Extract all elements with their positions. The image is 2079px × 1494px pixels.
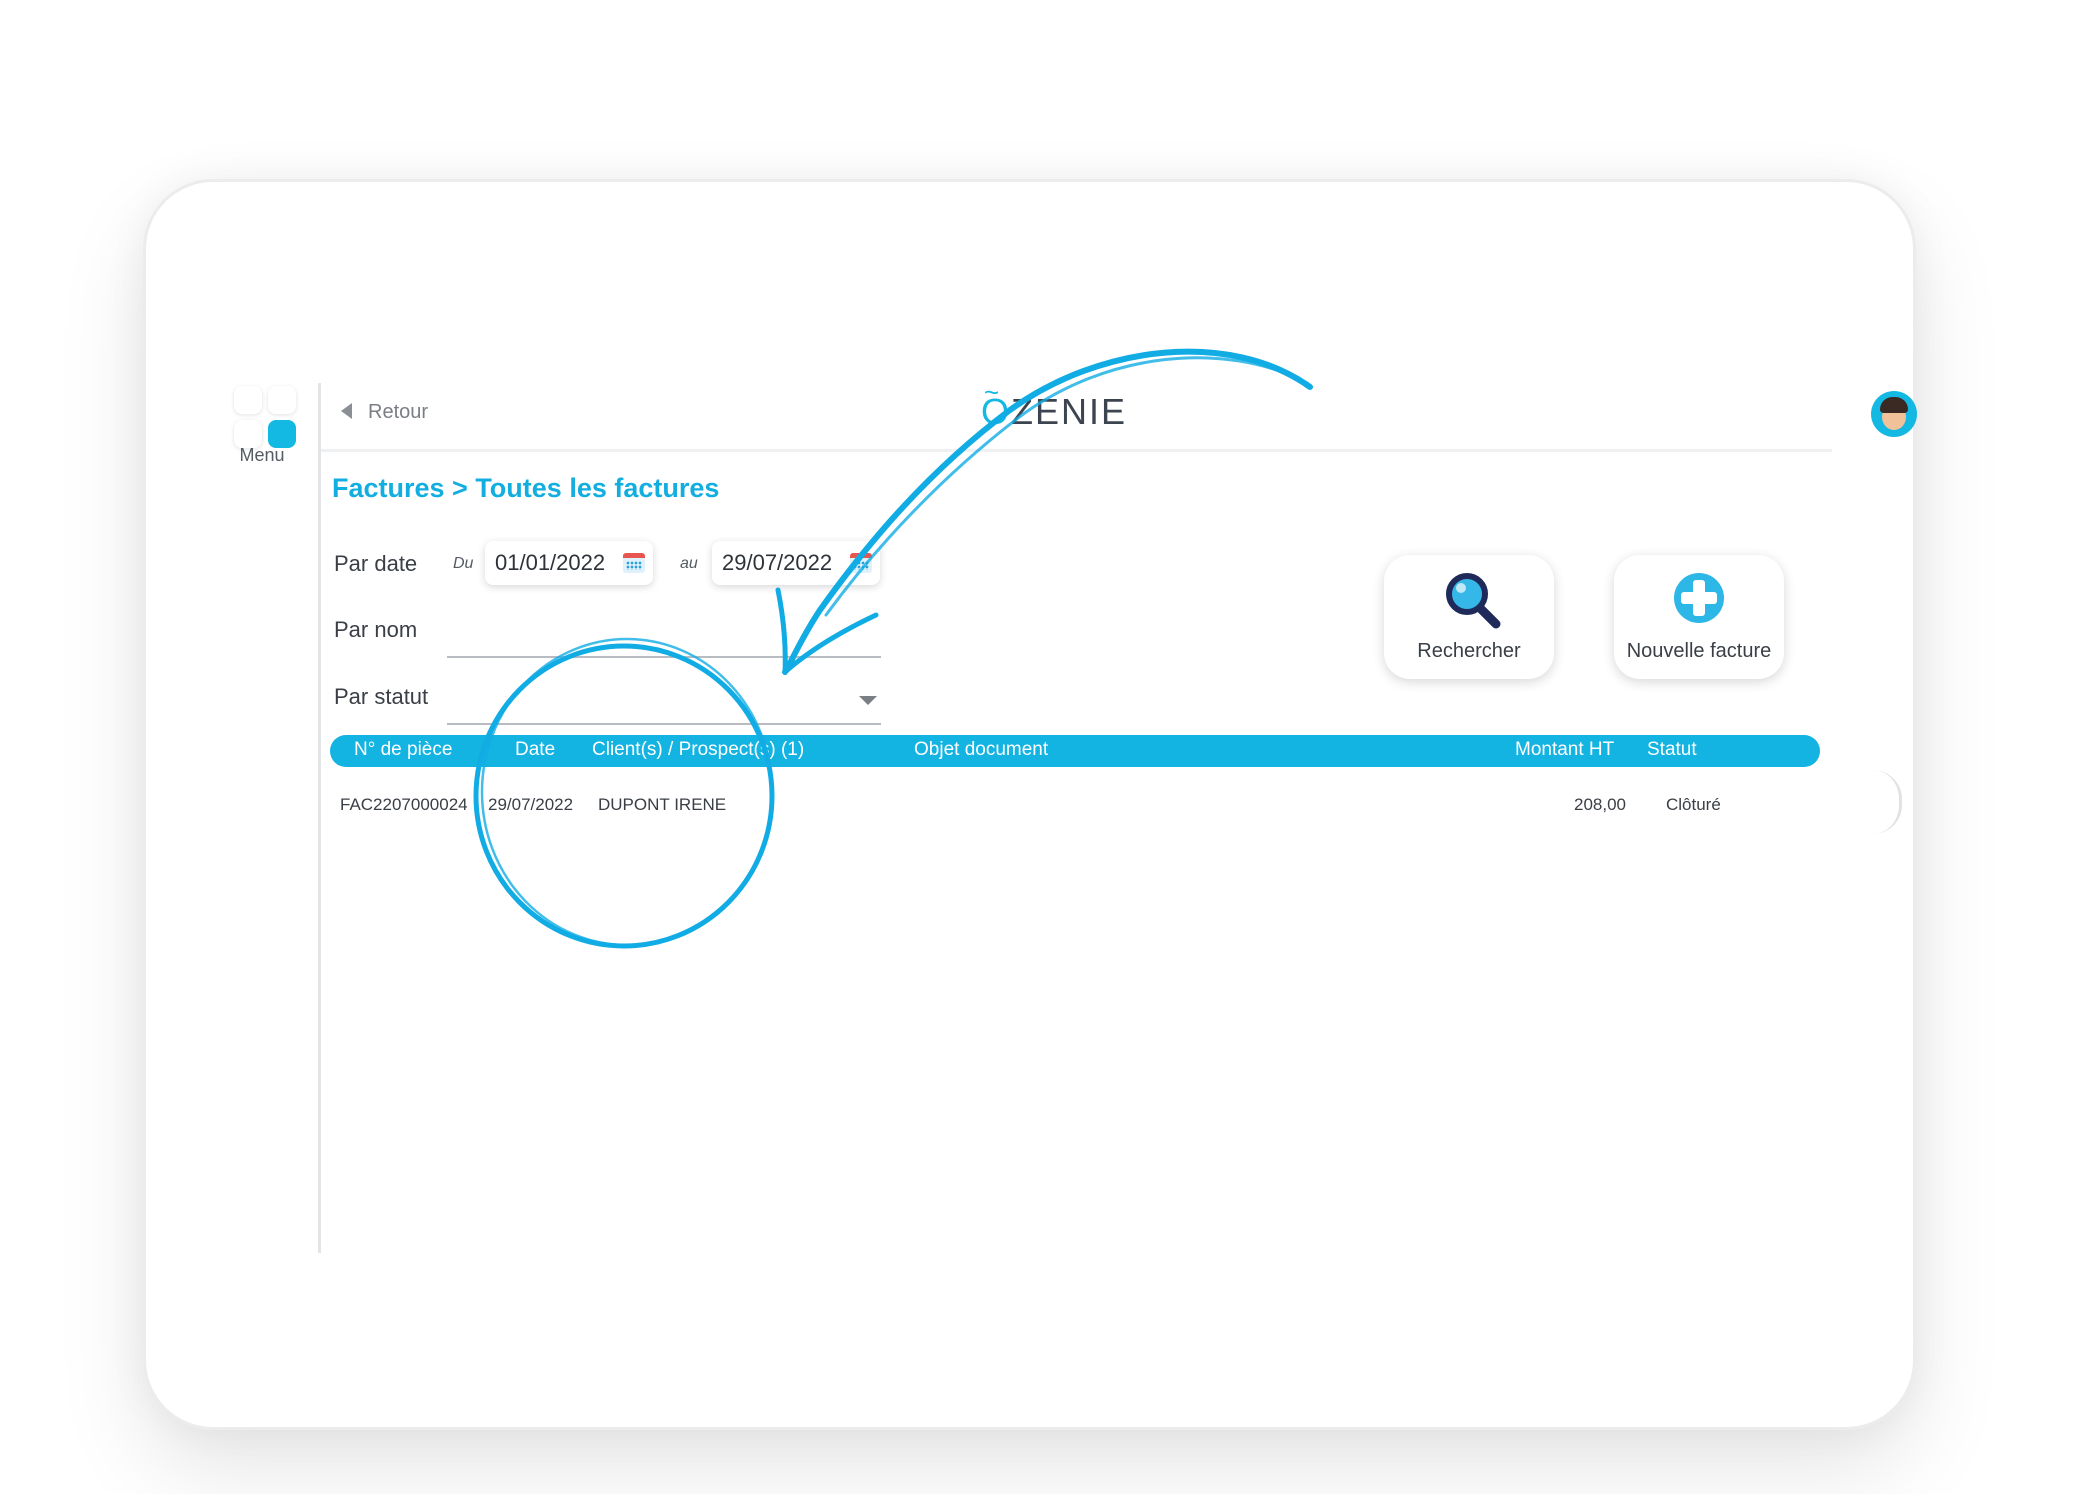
new-invoice-button-label: Nouvelle facture	[1626, 640, 1772, 662]
avatar[interactable]	[1871, 391, 1917, 437]
top-bar: Retour ~ OZENIE	[321, 377, 1917, 452]
filter-date-label: Par date	[334, 551, 418, 576]
calendar-icon[interactable]	[850, 553, 872, 573]
name-input-underline	[447, 656, 881, 658]
sidebar-divider	[318, 383, 321, 1253]
date-to-field[interactable]: 29/07/2022	[712, 541, 880, 585]
date-from-label: Du	[453, 555, 474, 572]
app-screen: Menu Retour ~ OZENIE Factures > Toutes le…	[222, 377, 1917, 1293]
calendar-icon[interactable]	[623, 553, 645, 573]
cell-date: 29/07/2022	[488, 795, 574, 814]
col-client[interactable]: Client(s) / Prospect(s) (1)	[592, 739, 804, 761]
page-title: Factures > Toutes les factures	[332, 473, 720, 503]
table-header: N° de pièce Date Client(s) / Prospect(s)…	[330, 735, 1820, 767]
search-button[interactable]: Rechercher	[1384, 555, 1554, 679]
date-to-label: au	[680, 555, 698, 572]
col-piece[interactable]: N° de pièce	[354, 739, 452, 761]
search-icon	[1446, 573, 1501, 629]
back-label: Retour	[368, 401, 429, 423]
cell-statut: Clôturé	[1666, 795, 1721, 814]
cell-montant: 208,00	[1574, 795, 1626, 814]
name-input[interactable]	[447, 607, 877, 647]
col-date[interactable]: Date	[515, 739, 555, 761]
status-select[interactable]	[447, 675, 881, 715]
filter-name-label: Par nom	[334, 617, 418, 642]
date-from-field[interactable]: 01/01/2022	[485, 541, 653, 585]
col-statut[interactable]: Statut	[1647, 739, 1697, 761]
menu-icon[interactable]	[234, 386, 298, 450]
plus-icon	[1674, 573, 1724, 623]
table-row[interactable]: FAC2207000024 29/07/2022 DUPONT IRENE 20…	[330, 793, 1820, 823]
cell-client: DUPONT IRENE	[598, 795, 727, 814]
date-to-value: 29/07/2022	[722, 550, 833, 575]
date-from-value: 01/01/2022	[495, 550, 606, 575]
new-invoice-button[interactable]: Nouvelle facture	[1614, 555, 1784, 679]
logo-text: ZENIE	[1011, 391, 1128, 432]
app-logo: ~ OZENIE	[981, 377, 1128, 433]
col-objet[interactable]: Objet document	[914, 739, 1048, 761]
search-button-label: Rechercher	[1417, 640, 1521, 662]
back-button[interactable]: Retour	[341, 401, 428, 424]
col-montant[interactable]: Montant HT	[1515, 739, 1614, 761]
back-arrow-icon	[341, 403, 352, 419]
dropdown-caret-icon[interactable]	[859, 696, 877, 705]
menu-label[interactable]: Menu	[222, 445, 302, 466]
cell-piece: FAC2207000024	[340, 795, 468, 814]
status-select-underline	[447, 723, 881, 725]
logo-o: ~ O	[981, 377, 1012, 432]
filter-status-label: Par statut	[334, 684, 429, 709]
